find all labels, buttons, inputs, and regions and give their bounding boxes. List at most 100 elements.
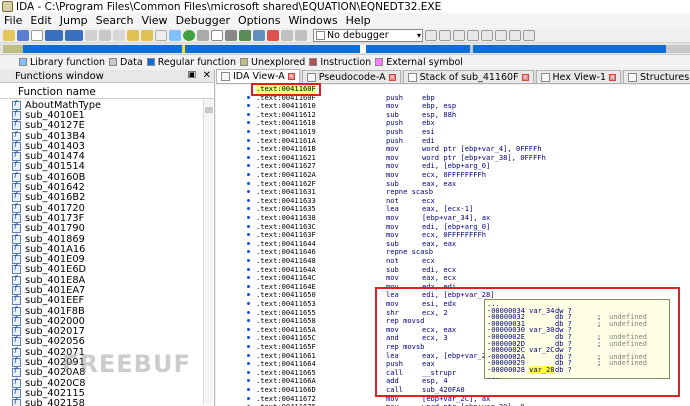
- tab-ida-view-a[interactable]: IDA View-A ×: [216, 69, 300, 83]
- function-list-item[interactable]: sub_401642: [12, 181, 202, 193]
- legend-unexplored-label: Unexplored: [251, 56, 306, 68]
- tab-close-icon[interactable]: ×: [521, 73, 529, 81]
- menu-debugger[interactable]: Debugger: [172, 14, 234, 27]
- save-icon[interactable]: [17, 29, 29, 41]
- function-list-item[interactable]: sub_40160B: [12, 171, 202, 183]
- navigation-band[interactable]: [0, 43, 690, 55]
- dock-icon[interactable]: ▣: [187, 70, 196, 80]
- tab-pseudocode-a[interactable]: Pseudocode-A ×: [301, 70, 401, 83]
- line-operands[interactable]: ecx, 2: [422, 308, 448, 318]
- line-marker-dot: [247, 173, 250, 176]
- line-marker-dot: [247, 155, 250, 159]
- graph-icon[interactable]: [225, 29, 237, 41]
- step-into-icon[interactable]: [481, 29, 493, 41]
- tab-close-icon[interactable]: ×: [609, 73, 617, 81]
- function-list-item[interactable]: sub_402017: [12, 325, 202, 337]
- function-list-item[interactable]: sub_401EEF: [12, 294, 202, 306]
- run-to-cursor-icon[interactable]: [509, 29, 521, 41]
- debug-pause-icon[interactable]: [453, 29, 465, 41]
- step-over-icon[interactable]: [495, 29, 507, 41]
- function-list-item[interactable]: sub_4020C8: [12, 377, 202, 389]
- tab-label: Structures: [640, 71, 690, 83]
- menu-windows[interactable]: Windows: [284, 14, 341, 27]
- step-out-icon[interactable]: [523, 29, 535, 41]
- menu-help[interactable]: Help: [342, 14, 375, 27]
- line-marker-dot: [247, 207, 250, 211]
- function-list-item[interactable]: AboutMathType: [12, 100, 202, 111]
- search-next-icon[interactable]: [141, 29, 153, 41]
- function-list-item[interactable]: sub_401E09: [12, 253, 202, 265]
- function-list-item[interactable]: sub_401E6D: [12, 263, 202, 275]
- function-list-item[interactable]: sub_4016B2: [12, 191, 202, 203]
- search-icon[interactable]: [127, 29, 139, 41]
- tab-label: IDA View-A: [233, 71, 285, 82]
- data-icon[interactable]: [295, 29, 307, 41]
- tab-stack-of-sub-41160f[interactable]: Stack of sub_41160F ×: [402, 70, 534, 83]
- debugger-select[interactable]: No debugger ▾: [313, 28, 423, 42]
- run-icon[interactable]: [183, 29, 195, 41]
- tab-icon: [628, 72, 638, 82]
- function-list-item[interactable]: sub_402056: [12, 335, 202, 347]
- open-folder-icon[interactable]: [3, 29, 15, 41]
- function-list-scrollbar[interactable]: [203, 99, 213, 405]
- function-list-item[interactable]: sub_4013B4: [12, 130, 202, 142]
- list-view-icon[interactable]: [211, 29, 223, 41]
- menu-jump[interactable]: Jump: [56, 14, 92, 27]
- function-list-item[interactable]: sub_401A16: [12, 243, 202, 255]
- list-icon[interactable]: [85, 29, 97, 41]
- function-list-item[interactable]: sub_402115: [12, 387, 202, 399]
- menu-file[interactable]: File: [0, 14, 26, 27]
- debug-attach-icon[interactable]: [425, 29, 437, 41]
- library-icon[interactable]: [169, 29, 181, 41]
- function-list-item[interactable]: sub_402158: [12, 397, 202, 406]
- binary-search-icon[interactable]: [113, 29, 125, 41]
- tab-hex-view-1[interactable]: Hex View-1 ×: [535, 70, 622, 83]
- title-bar: IDA - C:\Program Files\Common Files\micr…: [0, 0, 690, 13]
- back-icon[interactable]: [45, 29, 63, 41]
- function-name-column-header[interactable]: Function name: [0, 86, 214, 99]
- menu-search[interactable]: Search: [92, 14, 138, 27]
- legend-library-label: Library function: [30, 56, 106, 68]
- function-list-item[interactable]: sub_40127E: [12, 119, 202, 131]
- function-list-item[interactable]: sub_401869: [12, 233, 202, 245]
- legend-instruction-swatch: [309, 58, 318, 66]
- tab-icon: [407, 72, 417, 82]
- debug-stop-icon[interactable]: [467, 29, 479, 41]
- function-list-item[interactable]: sub_402000: [12, 315, 202, 327]
- menu-view[interactable]: View: [137, 14, 171, 27]
- copy-icon[interactable]: [99, 29, 111, 41]
- function-list-item[interactable]: sub_401720: [12, 202, 202, 214]
- blank-icon[interactable]: [31, 29, 43, 41]
- function-list-item[interactable]: sub_401E8A: [12, 274, 202, 286]
- enum-icon[interactable]: [253, 29, 265, 41]
- nav-data-tail-segment: [666, 45, 690, 53]
- debug-start-icon[interactable]: [439, 29, 451, 41]
- tab-close-icon[interactable]: ×: [388, 73, 396, 81]
- ida-app-icon: [2, 1, 13, 12]
- line-marker-dot: [247, 224, 250, 228]
- code-icon[interactable]: [281, 29, 293, 41]
- menu-options[interactable]: Options: [234, 14, 284, 27]
- function-list-item[interactable]: sub_40173F: [12, 212, 202, 224]
- function-list-item[interactable]: sub_401403: [12, 140, 202, 152]
- function-list-item[interactable]: sub_401474: [12, 150, 202, 162]
- function-list-item[interactable]: sub_4010E1: [12, 109, 202, 121]
- function-list-item[interactable]: sub_401514: [12, 160, 202, 172]
- function-list-item[interactable]: sub_401790: [12, 222, 202, 234]
- struct-icon[interactable]: [239, 29, 251, 41]
- line-marker-dot: [247, 104, 250, 108]
- line-marker-dot: [247, 130, 250, 133]
- tab-structures[interactable]: Structures×: [623, 70, 690, 83]
- tools-icon[interactable]: [197, 29, 209, 41]
- hex-icon[interactable]: [155, 29, 167, 41]
- plus-icon[interactable]: [267, 29, 279, 41]
- scrollbar-thumb[interactable]: [205, 107, 213, 113]
- debugger-checkbox[interactable]: [316, 30, 325, 40]
- close-icon[interactable]: ✕: [203, 70, 211, 81]
- line-operands[interactable]: ecx, 3: [422, 334, 448, 343]
- menu-edit[interactable]: Edit: [26, 14, 55, 27]
- function-list-item[interactable]: sub_401F8B: [12, 305, 202, 317]
- forward-icon[interactable]: [65, 29, 83, 41]
- tab-close-icon[interactable]: ×: [287, 73, 295, 80]
- function-list-item[interactable]: sub_401EA7: [12, 284, 202, 296]
